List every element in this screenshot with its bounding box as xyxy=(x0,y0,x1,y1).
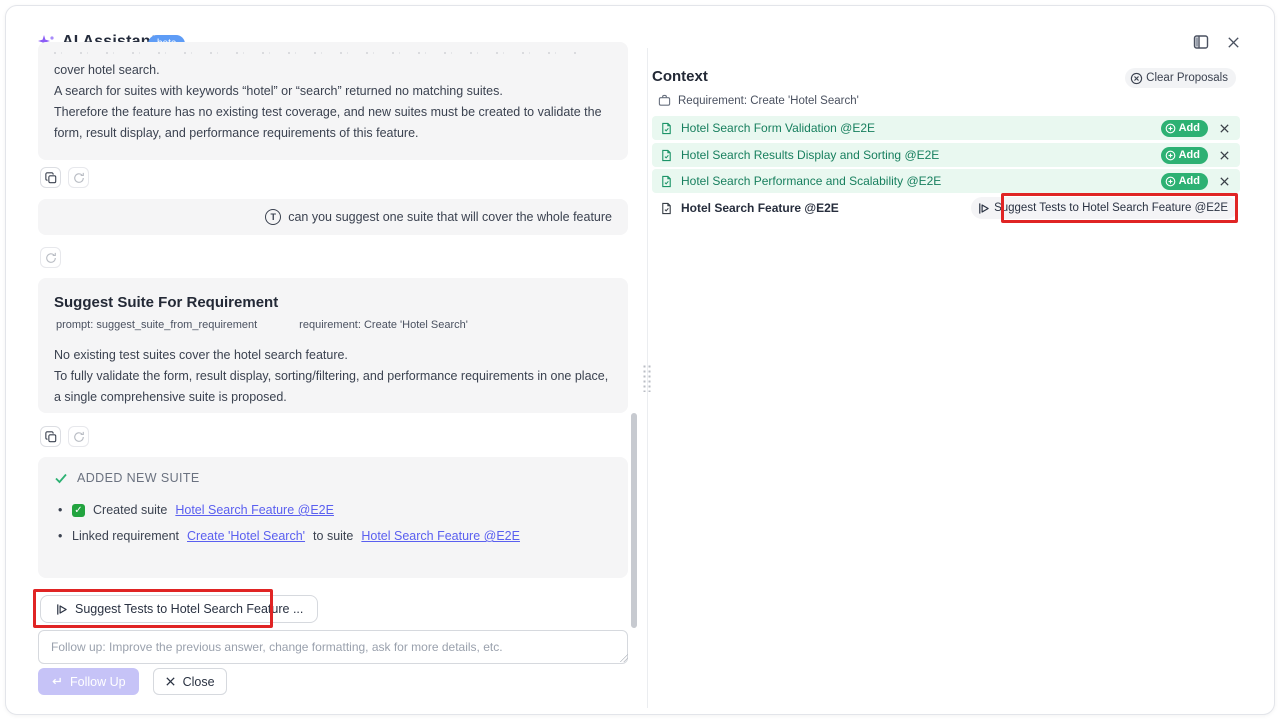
divider-drag-handle[interactable] xyxy=(642,364,652,392)
requirement-link[interactable]: Create 'Hotel Search' xyxy=(187,529,305,543)
followup-input[interactable] xyxy=(38,630,628,664)
added-suite-card: ADDED NEW SUITE ✓ Created suite Hotel Se… xyxy=(38,457,628,578)
suite-row: Hotel Search Feature @E2E Suggest Tests … xyxy=(652,196,1240,220)
follow-up-button[interactable]: Follow Up xyxy=(38,668,139,695)
user-avatar: T xyxy=(265,209,281,225)
regenerate-icon[interactable] xyxy=(68,167,89,188)
side-panel-toggle-button[interactable] xyxy=(1192,33,1210,51)
suggest-tests-button[interactable]: Suggest Tests to Hotel Search Feature ..… xyxy=(40,595,318,623)
assistant-message-1: cover hotel search. A search for suites … xyxy=(38,42,628,160)
requirement-meta: requirement: Create 'Hotel Search' xyxy=(299,319,468,331)
dismiss-proposal-button[interactable] xyxy=(1214,118,1234,138)
linked-requirement-item: Linked requirement Create 'Hotel Search'… xyxy=(54,529,612,543)
circle-x-icon xyxy=(1130,72,1143,85)
suite-doc-icon xyxy=(660,122,673,135)
suite-link[interactable]: Hotel Search Feature @E2E xyxy=(175,503,334,517)
copy-icon[interactable] xyxy=(40,426,61,447)
plus-circle-icon xyxy=(1165,123,1176,134)
close-dialog-icon[interactable] xyxy=(1224,33,1242,51)
plus-circle-icon xyxy=(1165,150,1176,161)
suggest-suite-card: Suggest Suite For Requirement prompt: su… xyxy=(38,278,628,413)
close-icon xyxy=(1219,176,1230,187)
context-requirement-row: Requirement: Create 'Hotel Search' xyxy=(658,94,859,107)
created-suite-item: ✓ Created suite Hotel Search Feature @E2… xyxy=(54,503,612,517)
user-message-text: can you suggest one suite that will cove… xyxy=(288,207,612,228)
proposal-row: Hotel Search Results Display and Sorting… xyxy=(652,143,1240,167)
briefcase-icon xyxy=(658,94,671,107)
close-icon xyxy=(1219,123,1230,134)
prompt-meta: prompt: suggest_suite_from_requirement xyxy=(56,319,257,331)
message-line: cover hotel search. xyxy=(54,60,612,81)
add-proposal-button[interactable]: Add xyxy=(1161,147,1208,164)
suite-doc-icon xyxy=(660,175,673,188)
proposal-row: Hotel Search Form Validation @E2E Add xyxy=(652,116,1240,140)
green-check-icon: ✓ xyxy=(72,504,85,517)
run-icon xyxy=(977,202,990,215)
dismiss-proposal-button[interactable] xyxy=(1214,145,1234,165)
suite-link[interactable]: Hotel Search Feature @E2E xyxy=(361,529,520,543)
requirement-label: Requirement: Create 'Hotel Search' xyxy=(678,95,859,107)
message-line: To fully validate the form, result displ… xyxy=(54,366,612,408)
suite-doc-icon xyxy=(660,149,673,162)
add-proposal-button[interactable]: Add xyxy=(1161,120,1208,137)
user-message: T can you suggest one suite that will co… xyxy=(38,199,628,235)
context-title: Context xyxy=(652,68,708,85)
suite-label: Hotel Search Feature @E2E xyxy=(681,201,971,215)
card-title: Suggest Suite For Requirement xyxy=(54,294,612,311)
suggest-tests-context-button[interactable]: Suggest Tests to Hotel Search Feature @E… xyxy=(971,197,1238,219)
plus-circle-icon xyxy=(1165,176,1176,187)
message-line: Therefore the feature has no existing te… xyxy=(54,102,612,144)
add-proposal-button[interactable]: Add xyxy=(1161,173,1208,190)
regenerate-icon[interactable] xyxy=(40,247,61,268)
copy-icon[interactable] xyxy=(40,167,61,188)
suite-status-text: ADDED NEW SUITE xyxy=(77,471,200,485)
clipped-text-line xyxy=(54,48,579,60)
proposal-row: Hotel Search Performance and Scalability… xyxy=(652,169,1240,193)
regenerate-icon[interactable] xyxy=(68,426,89,447)
message-line: A search for suites with keywords “hotel… xyxy=(54,81,612,102)
enter-icon xyxy=(51,676,62,687)
dismiss-proposal-button[interactable] xyxy=(1214,171,1234,191)
resize-grip[interactable] xyxy=(620,654,628,662)
clear-proposals-button[interactable]: Clear Proposals xyxy=(1125,68,1236,88)
check-icon xyxy=(54,471,68,485)
close-button[interactable]: Close xyxy=(153,668,227,695)
close-icon xyxy=(165,676,176,687)
close-icon xyxy=(1219,150,1230,161)
scrollbar-thumb[interactable] xyxy=(631,413,637,628)
suite-doc-icon xyxy=(660,202,673,215)
run-icon xyxy=(55,603,68,616)
message-line: No existing test suites cover the hotel … xyxy=(54,345,612,366)
